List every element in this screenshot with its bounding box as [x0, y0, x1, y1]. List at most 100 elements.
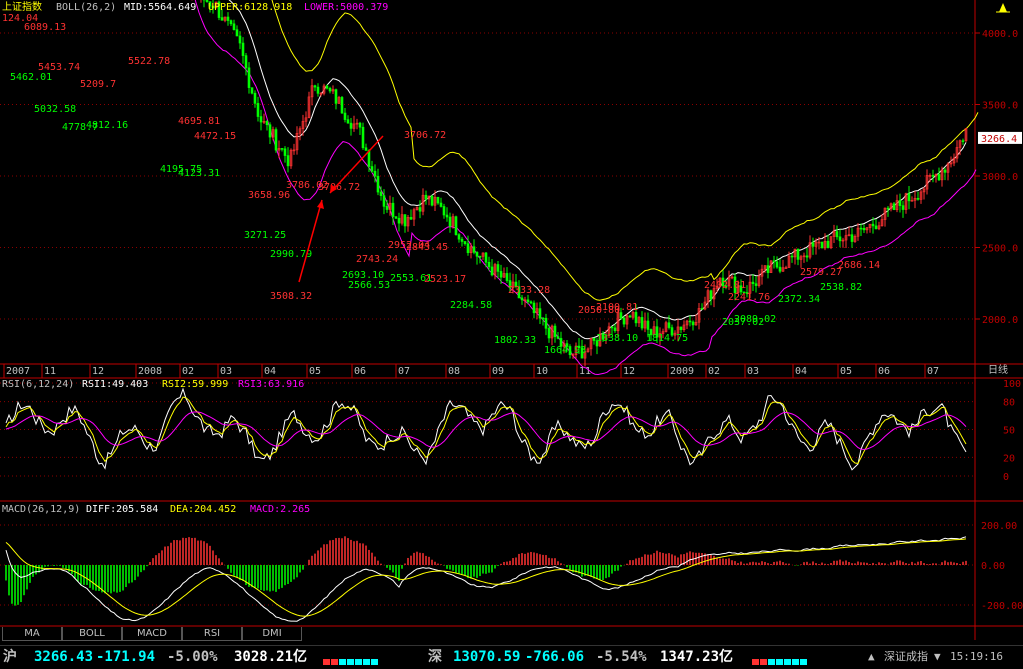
candle-body	[437, 197, 439, 203]
candle-body	[425, 195, 427, 199]
candle-body	[689, 321, 691, 322]
candle-body	[266, 121, 268, 124]
candle-body	[254, 93, 256, 103]
candle-body	[335, 90, 337, 104]
candle-body	[521, 298, 523, 300]
rsi-tick-label: 50	[1003, 426, 1015, 437]
candle-body	[557, 337, 559, 339]
price-tick-label: 4000.0	[982, 29, 1018, 40]
candle-body	[701, 308, 703, 309]
candle-body	[365, 148, 367, 151]
low-annotation: 1664.93	[544, 345, 586, 356]
candle-body	[485, 253, 487, 262]
tab-boll[interactable]: BOLL	[62, 627, 122, 641]
candle-body	[326, 86, 328, 88]
scroll-up-icon[interactable]	[991, 0, 1019, 14]
candle-body	[647, 321, 649, 330]
candle-body	[776, 262, 778, 267]
candle-body	[284, 149, 286, 156]
sz-amount: 1347.23亿	[660, 648, 733, 666]
candle-body	[476, 252, 478, 256]
arrow-head-low	[317, 200, 324, 209]
ticker-arrow-icon[interactable]: ▼	[934, 649, 941, 665]
time-tick-label: 07	[398, 366, 410, 377]
top-value: 124.04	[2, 13, 38, 24]
sz-change: -766.06	[525, 648, 584, 666]
price-tick-label: 2000.0	[982, 315, 1018, 326]
sh-change: -171.94	[96, 648, 155, 666]
macd-dea: DEA:204.452	[170, 504, 236, 515]
sh-percent: -5.00%	[167, 648, 218, 666]
current-price-label: 3266.4	[981, 134, 1017, 145]
tab-dmi[interactable]: DMI	[242, 627, 302, 641]
candle-body	[908, 194, 910, 201]
rsi3-value: RSI3:63.916	[238, 379, 304, 390]
price-tick-label: 3000.0	[982, 172, 1018, 183]
candle-body	[344, 113, 346, 120]
candle-body	[380, 192, 382, 196]
low-annotation: 5032.58	[34, 104, 76, 115]
candle-body	[593, 338, 595, 340]
time-tick-label: 2007	[6, 366, 30, 377]
high-annotation: 2100.81	[596, 302, 638, 313]
high-annotation: 2241.76	[728, 292, 770, 303]
candle-body	[443, 207, 445, 216]
time-tick-label: 02	[182, 366, 194, 377]
low-annotation: 1838.10	[596, 333, 638, 344]
sz-index-value: 13070.59	[453, 648, 520, 666]
candle-body	[350, 123, 352, 128]
candle-body	[872, 224, 874, 226]
time-tick-label: 11	[44, 366, 56, 377]
candle-body	[236, 30, 238, 36]
candle-body	[479, 256, 481, 257]
candle-body	[530, 302, 532, 303]
candle-body	[458, 235, 460, 240]
time-tick-label: 05	[309, 366, 321, 377]
high-annotation: 5522.78	[128, 56, 170, 67]
candle-body	[527, 300, 529, 302]
candle-body	[260, 117, 262, 123]
candle-body	[239, 36, 241, 43]
high-annotation: 2743.24	[356, 254, 398, 265]
candle-body	[860, 228, 862, 229]
candle-body	[473, 247, 475, 253]
rsi-tick-label: 100	[1003, 379, 1021, 390]
kline-chart[interactable]: 6000.05500.05000.04500.04000.03500.03000…	[0, 0, 1023, 665]
alert-icon[interactable]: ▲	[868, 649, 875, 665]
candle-body	[314, 86, 316, 87]
clock-time: 15:19:16	[950, 649, 1003, 665]
candle-body	[893, 204, 895, 210]
arrow-high-label: 3706.72	[404, 130, 446, 141]
candle-body	[221, 18, 223, 21]
boll-upper-line	[18, 0, 978, 300]
high-annotation: 2843.45	[406, 242, 448, 253]
candle-body	[779, 267, 781, 271]
sh-amount: 3028.21亿	[234, 648, 307, 666]
candle-body	[461, 239, 463, 241]
time-tick-label: 12	[623, 366, 635, 377]
boll-label: BOLL(26,2)	[56, 2, 116, 13]
low-annotation: 2284.58	[450, 300, 492, 311]
tab-rsi[interactable]: RSI	[182, 627, 242, 641]
high-annotation: 2402.81	[704, 280, 746, 291]
candle-body	[767, 266, 769, 273]
rsi-tick-label: 20	[1003, 453, 1015, 464]
tab-macd[interactable]: MACD	[122, 627, 182, 641]
sh-volume-bar	[323, 650, 379, 664]
candle-body	[539, 309, 541, 319]
candle-body	[902, 206, 904, 210]
macd-value: MACD:2.265	[250, 504, 310, 515]
candle-body	[839, 237, 841, 241]
tab-ma[interactable]: MA	[2, 627, 62, 641]
low-annotation: 4812.16	[86, 120, 128, 131]
candle-body	[419, 207, 421, 211]
candle-body	[917, 198, 919, 199]
ticker-label[interactable]: 深证成指	[884, 649, 928, 665]
candle-body	[875, 226, 877, 229]
candle-body	[281, 148, 283, 149]
candle-body	[359, 123, 361, 127]
rsi2-line	[6, 397, 966, 463]
high-annotation: 2686.14	[838, 260, 880, 271]
macd-diff: DIFF:205.584	[86, 504, 158, 515]
rsi1-line	[6, 389, 966, 470]
